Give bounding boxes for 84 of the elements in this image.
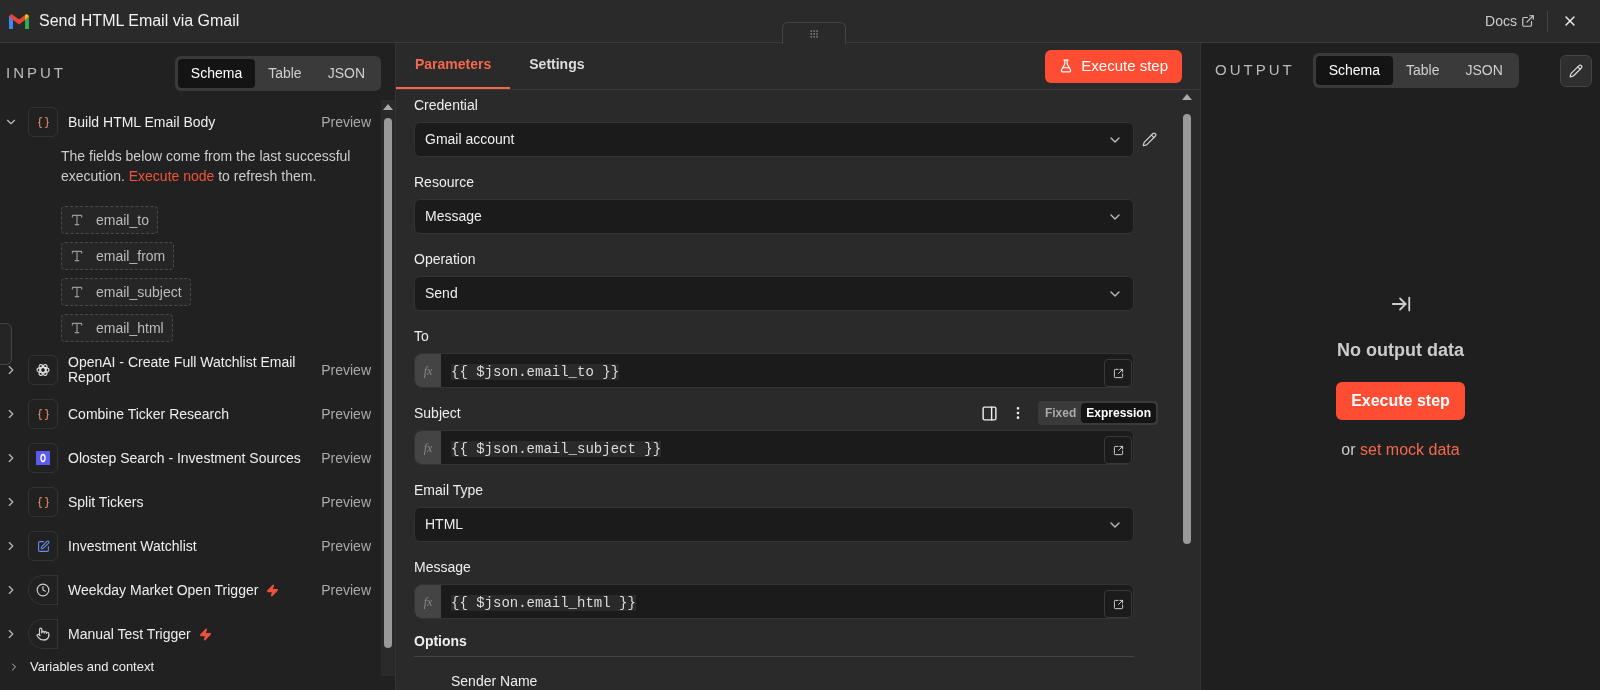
preview-link[interactable]: Preview — [321, 359, 371, 381]
node-name[interactable]: OpenAI - Create Full Watchlist Email Report — [68, 355, 312, 385]
variables-section[interactable]: Variables and context — [30, 657, 155, 677]
select-field[interactable]: Message — [414, 199, 1134, 234]
node-name[interactable]: Investment Watchlist — [68, 538, 197, 554]
view-tab[interactable]: Schema — [1315, 56, 1394, 85]
expression-field[interactable]: fx {{ $json.email_html }} — [414, 584, 1134, 619]
field-name: email_from — [96, 246, 166, 266]
fx-icon: fx — [415, 354, 441, 387]
select-field[interactable]: Gmail account — [414, 122, 1134, 157]
openai-icon — [28, 355, 58, 385]
text-type-icon — [70, 249, 84, 263]
panel-drag-handle[interactable] — [782, 22, 846, 44]
set-mock-data-link[interactable]: set mock data — [1360, 441, 1460, 458]
edit-icon[interactable] — [1142, 132, 1158, 147]
text-type-icon — [70, 321, 84, 335]
schema-field[interactable]: email_html — [61, 314, 173, 342]
node-name[interactable]: Weekday Market Open Trigger — [68, 582, 259, 598]
field-label: Subject — [414, 403, 462, 423]
field-name: email_to — [96, 210, 149, 230]
fx-icon: fx — [415, 585, 441, 618]
expand-editor-icon[interactable] — [1104, 436, 1132, 464]
panel-tab[interactable]: Settings — [510, 42, 604, 89]
expand-editor-icon[interactable] — [1104, 359, 1132, 387]
text-type-icon — [70, 213, 84, 227]
node-name[interactable]: Build HTML Email Body — [68, 114, 216, 130]
braces-icon — [28, 107, 58, 137]
view-tab[interactable]: JSON — [314, 59, 378, 88]
expression-field[interactable]: fx {{ $json.email_subject }} — [414, 430, 1134, 465]
field-name: email_html — [96, 318, 164, 338]
execute-node-link[interactable]: Execute node — [128, 168, 215, 184]
preview-link[interactable]: Preview — [321, 579, 371, 601]
expand-editor-icon[interactable] — [1104, 590, 1132, 618]
select-field[interactable]: HTML — [414, 507, 1134, 542]
mock-data-hint: or set mock data — [1341, 440, 1460, 460]
view-tab[interactable]: JSON — [1452, 56, 1516, 85]
text-type-icon — [70, 285, 84, 299]
field-name: email_subject — [96, 282, 182, 302]
mode-option[interactable]: Expression — [1081, 403, 1156, 423]
node-name[interactable]: Manual Test Trigger — [68, 626, 191, 642]
panel-heading: OUTPUT — [1215, 60, 1295, 81]
view-tab[interactable]: Table — [255, 59, 315, 88]
empty-title: No output data — [1337, 339, 1464, 362]
preview-link[interactable]: Preview — [321, 535, 371, 557]
field-label: Email Type — [414, 480, 484, 500]
option-label: Sender Name — [450, 672, 539, 690]
panel-tab[interactable]: Parameters — [396, 42, 511, 89]
field-label: To — [414, 326, 430, 346]
external-link-icon — [1521, 14, 1535, 28]
view-tab[interactable]: Schema — [177, 59, 256, 88]
edit-output-icon[interactable] — [1560, 54, 1592, 87]
node-name[interactable]: Olostep Search - Investment Sources — [68, 450, 301, 466]
node-name[interactable]: Combine Ticker Research — [68, 406, 230, 422]
preview-link[interactable]: Preview — [321, 447, 371, 469]
gmail-logo-icon — [8, 12, 30, 30]
preview-link[interactable]: Preview — [321, 403, 371, 425]
schema-field[interactable]: email_from — [61, 242, 175, 270]
window-title: Send HTML Email via Gmail — [39, 11, 241, 31]
field-label: Resource — [414, 172, 475, 192]
fx-icon: fx — [415, 431, 441, 464]
side-panel-icon[interactable] — [980, 404, 998, 422]
docs-link[interactable]: Docs — [1485, 10, 1548, 32]
olostep-icon — [28, 443, 58, 473]
section-heading: Options — [414, 631, 1134, 657]
schema-field[interactable]: email_to — [61, 206, 158, 234]
sidebar-handle[interactable] — [0, 323, 12, 365]
field-label: Message — [414, 557, 472, 577]
mode-option[interactable]: Fixed — [1039, 403, 1082, 423]
scrollbar[interactable] — [381, 100, 395, 676]
preview-link[interactable]: Preview — [321, 491, 371, 513]
flask-icon — [1059, 59, 1074, 73]
select-field[interactable]: Send — [414, 276, 1134, 311]
edit-icon — [28, 531, 58, 561]
schema-field[interactable]: email_subject — [61, 278, 191, 306]
panel-heading: INPUT — [6, 63, 66, 84]
field-label: Operation — [414, 249, 477, 269]
info-text: The fields below come from the last successful execution. Execute node to refresh them. — [61, 147, 352, 186]
node-name[interactable]: Split Tickers — [68, 494, 144, 510]
braces-icon — [28, 399, 58, 429]
braces-icon — [28, 487, 58, 517]
view-tab[interactable]: Table — [1393, 56, 1453, 85]
preview-link[interactable]: Preview — [321, 111, 371, 133]
field-label: Credential — [414, 95, 479, 115]
expression-field[interactable]: fx {{ $json.email_to }} — [414, 353, 1134, 388]
